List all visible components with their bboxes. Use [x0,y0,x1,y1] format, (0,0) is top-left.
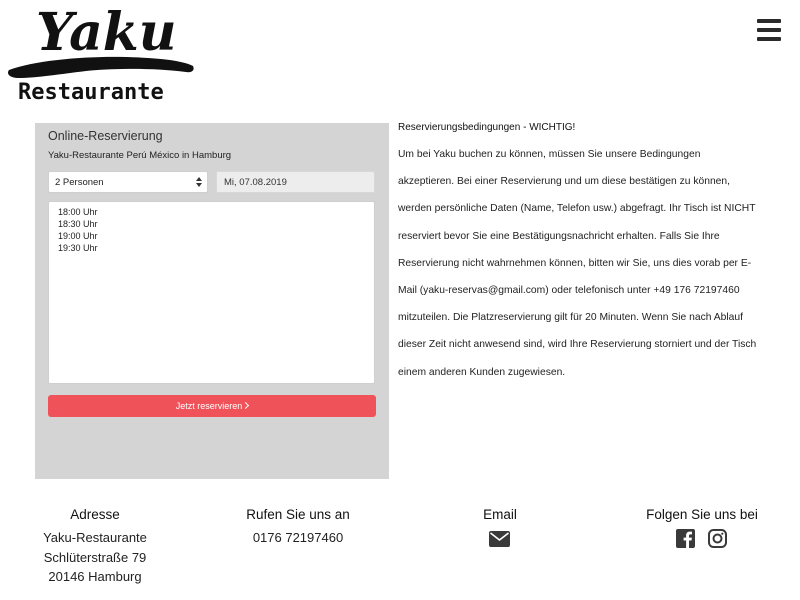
time-slot[interactable]: 18:30 Uhr [58,218,365,230]
phone-number[interactable]: 0176 72197460 [218,528,378,548]
reservation-subtitle: Yaku-Restaurante Perú México in Hamburg [48,150,232,161]
time-slot[interactable]: 19:30 Uhr [58,242,365,254]
reservation-panel: Online-Reservierung Yaku-Restaurante Per… [35,123,389,479]
envelope-icon[interactable] [489,531,510,547]
date-field[interactable]: Mi, 07.08.2019 [216,171,375,193]
instagram-icon[interactable] [708,529,727,548]
menu-bar [757,19,781,23]
footer-social: Folgen Sie uns bei [632,508,772,522]
menu-bar [757,37,781,41]
address-name: Yaku-Restaurante [43,530,147,545]
reserve-button-label: Jetzt reservieren [175,401,243,411]
address-city: 20146 Hamburg [48,569,142,584]
persons-select-value: 2 Personen [55,177,104,188]
facebook-icon[interactable] [676,529,695,548]
social-heading: Folgen Sie uns bei [646,507,758,522]
time-slot-list[interactable]: 18:00 Uhr 18:30 Uhr 19:00 Uhr 19:30 Uhr [48,201,375,384]
persons-select[interactable]: 2 Personen [48,171,208,193]
select-arrows-icon [196,175,202,189]
footer-phone: Rufen Sie uns an 0176 72197460 [218,508,378,548]
restaurant-logo[interactable]: Yaku Restaurante [6,2,198,104]
reservation-conditions: Reservierungsbedingungen - WICHTIG! Um b… [398,121,758,386]
address-heading: Adresse [70,507,120,522]
logo-subtitle: Restaurante [18,80,164,104]
footer-address: Adresse Yaku-Restaurante Schlüterstraße … [15,508,175,587]
logo-wordmark: Yaku [36,2,177,63]
logo-graphic: Yaku Restaurante [8,2,194,104]
address-street: Schlüterstraße 79 [43,549,147,565]
email-heading: Email [483,507,517,522]
conditions-text: Um bei Yaku buchen zu können, müssen Sie… [398,149,757,378]
menu-bar [757,28,781,32]
conditions-heading: Reservierungsbedingungen - WICHTIG! [398,122,576,133]
reserve-now-button[interactable]: Jetzt reservieren [48,395,376,417]
time-slot[interactable]: 18:00 Uhr [58,206,365,218]
footer-email: Email [440,508,560,522]
hamburger-menu-icon[interactable] [757,19,781,41]
footer: Adresse Yaku-Restaurante Schlüterstraße … [0,498,800,600]
reservation-title: Online-Reservierung [48,129,163,143]
chevron-right-icon [242,401,250,410]
phone-heading: Rufen Sie uns an [246,507,350,522]
time-slot[interactable]: 19:00 Uhr [58,230,365,242]
